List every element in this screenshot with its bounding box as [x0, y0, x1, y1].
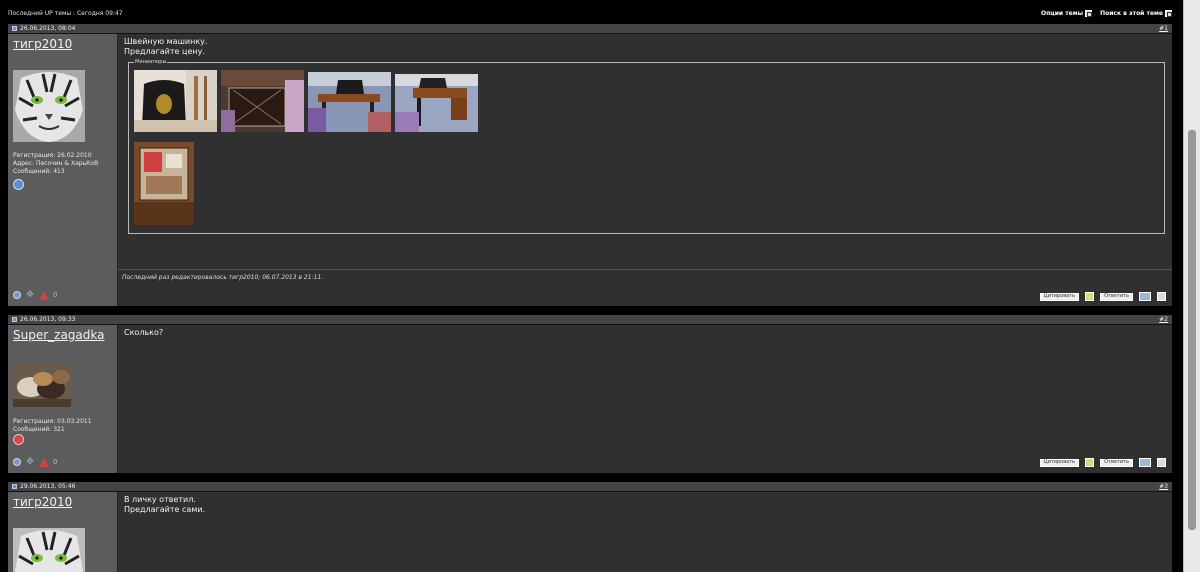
avatar[interactable] — [13, 70, 85, 142]
post-date: 26.06.2013, 08:04 — [20, 25, 76, 32]
post-number-link[interactable]: #1 — [1159, 25, 1168, 32]
post-date-wrap: 26.06.2013, 09:33 — [12, 316, 75, 323]
reputation-icon: 0 — [53, 291, 58, 299]
report-icon[interactable] — [39, 290, 49, 300]
edit-note: Последний раз редактировалось тигр2010; … — [122, 274, 324, 281]
registration-date: Регистрация: 03.03.2011 — [13, 418, 92, 425]
arrow-icon[interactable] — [1157, 292, 1166, 301]
post: 29.06.2013, 05:46 #3 тигр2010 В личку от… — [8, 482, 1172, 572]
username-link[interactable]: тигр2010 — [13, 37, 72, 51]
sewing-cabinet-photo — [395, 74, 478, 132]
post-header: 26.06.2013, 08:04 #1 — [8, 24, 1172, 34]
post-date-wrap: 29.06.2013, 05:46 — [12, 483, 75, 490]
multi-quote-icon[interactable] — [1085, 458, 1095, 467]
dropdown-icon — [1165, 9, 1172, 17]
profile-icon[interactable]: ✥ — [25, 457, 35, 467]
open-drawer-photo — [134, 142, 194, 225]
post-body: тигр2010 Регистрация: 26.02.2010 Адрес: … — [8, 34, 1172, 306]
username-link[interactable]: тигр2010 — [13, 495, 72, 509]
post-message: Швейную машинку. Предлагайте цену. — [124, 37, 208, 56]
post-content: Сколько? Цитировать Ответить — [118, 325, 1172, 473]
post-content: Швейную машинку. Предлагайте цену. Миниа… — [118, 34, 1172, 306]
post-actions: Цитировать Ответить — [1039, 292, 1166, 301]
reply-button[interactable]: Ответить — [1100, 458, 1133, 467]
user-panel: тигр2010 — [8, 492, 118, 572]
post-header: 26.06.2013, 09:33 #2 — [8, 315, 1172, 325]
user-action-icons: ✥ 0 — [13, 457, 57, 467]
attachment-thumbnail[interactable] — [221, 70, 304, 132]
scrollbar-thumb[interactable] — [1188, 130, 1196, 530]
report-icon[interactable] — [39, 457, 49, 467]
user-panel: Super_zagadka Регистрация: 03.03.2011 Со… — [8, 325, 118, 473]
arrow-icon[interactable] — [1157, 458, 1166, 467]
post-number-link[interactable]: #3 — [1159, 483, 1168, 490]
post-body: тигр2010 В личку ответил. Предлагайте са… — [8, 492, 1172, 572]
multi-quote-icon[interactable] — [1085, 292, 1095, 301]
attachment-thumbnail[interactable] — [308, 72, 391, 132]
thread-options-button[interactable]: Опции темы — [1041, 9, 1093, 17]
reputation-icon: 0 — [53, 458, 58, 466]
post-actions: Цитировать Ответить — [1039, 458, 1166, 467]
sewing-table-photo — [221, 70, 304, 132]
post-message: Сколько? — [124, 328, 164, 337]
post-header: 29.06.2013, 05:46 #3 — [8, 482, 1172, 492]
attachment-thumbnail[interactable] — [134, 70, 217, 132]
profile-icon[interactable]: ✥ — [25, 290, 35, 300]
quote-button[interactable]: Цитировать — [1039, 292, 1080, 301]
message-count: Сообщений: 413 — [13, 168, 65, 175]
user-badge-icon — [13, 434, 24, 445]
post-content: В личку ответил. Предлагайте сами. — [118, 492, 1172, 572]
online-status-icon — [13, 291, 21, 299]
post-date: 29.06.2013, 05:46 — [20, 483, 76, 490]
page: Последний UP темы : Сегодня 09:47 Опции … — [0, 0, 1200, 572]
kittens-avatar-image — [13, 363, 71, 407]
sewing-machine-photo — [134, 70, 217, 132]
vertical-scrollbar[interactable] — [1183, 0, 1200, 572]
attachment-thumbnail[interactable] — [134, 142, 194, 225]
last-up-text: Последний UP темы : Сегодня 09:47 — [8, 9, 123, 17]
avatar[interactable] — [13, 363, 71, 407]
post-date: 26.06.2013, 09:33 — [20, 316, 76, 323]
thread-tools: Опции темы Поиск в этой теме — [1041, 9, 1172, 17]
attachment-thumbnail[interactable] — [395, 74, 478, 132]
user-info: Регистрация: 26.02.2010 Адрес: Песочин &… — [13, 152, 98, 176]
attachments-box: Миниатюры — [128, 59, 1165, 234]
user-badge-icon — [13, 179, 24, 190]
quote-button[interactable]: Цитировать — [1039, 458, 1080, 467]
attachments-legend: Миниатюры — [134, 59, 168, 65]
thread-options-label: Опции темы — [1041, 9, 1084, 17]
post-icon — [12, 317, 17, 322]
post-icon — [12, 484, 17, 489]
username-link[interactable]: Super_zagadka — [13, 328, 105, 342]
post: 26.06.2013, 09:33 #2 Super_zagadka Регис… — [8, 315, 1172, 473]
user-address: Адрес: Песочин & ХарьКоВ — [13, 160, 99, 167]
post-icon — [12, 26, 17, 31]
sewing-machine-on-table-photo — [308, 72, 391, 132]
edit-separator — [118, 269, 1172, 270]
avatar[interactable] — [13, 528, 85, 572]
user-action-icons: ✥ 0 — [13, 290, 57, 300]
message-icon[interactable] — [1139, 458, 1151, 467]
post-number-link[interactable]: #2 — [1159, 316, 1168, 323]
post: 26.06.2013, 08:04 #1 тигр2010 Регистраци… — [8, 24, 1172, 306]
search-thread-label: Поиск в этой теме — [1100, 9, 1163, 17]
message-icon[interactable] — [1139, 292, 1151, 301]
search-thread-button[interactable]: Поиск в этой теме — [1100, 9, 1172, 17]
tiger-avatar-image — [13, 70, 85, 142]
tiger-avatar-image — [13, 528, 85, 572]
thread-top-bar: Последний UP темы : Сегодня 09:47 Опции … — [8, 4, 1172, 22]
user-info: Регистрация: 03.03.2011 Сообщений: 321 — [13, 418, 92, 434]
dropdown-icon — [1085, 9, 1093, 17]
registration-date: Регистрация: 26.02.2010 — [13, 152, 92, 159]
post-date-wrap: 26.06.2013, 08:04 — [12, 25, 75, 32]
message-count: Сообщений: 321 — [13, 426, 65, 433]
user-panel: тигр2010 Регистрация: 26.02.2010 Адрес: … — [8, 34, 118, 306]
post-body: Super_zagadka Регистрация: 03.03.2011 Со… — [8, 325, 1172, 473]
online-status-icon — [13, 458, 21, 466]
post-message: В личку ответил. Предлагайте сами. — [124, 495, 206, 514]
reply-button[interactable]: Ответить — [1100, 292, 1133, 301]
